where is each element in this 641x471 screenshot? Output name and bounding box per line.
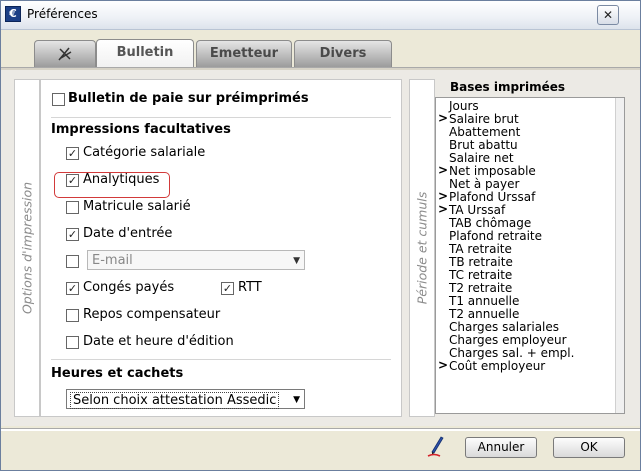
conges-checkbox[interactable] — [66, 282, 79, 295]
chevron-down-icon: ▼ — [293, 256, 300, 266]
tab-divers[interactable]: Divers — [294, 40, 392, 67]
repos-checkbox[interactable] — [66, 309, 79, 322]
preprinted-label: Bulletin de paie sur préimprimés — [68, 91, 309, 106]
list-item-label: Charges salariales — [449, 320, 560, 334]
cancel-button[interactable]: Annuler — [465, 437, 537, 458]
divider — [51, 359, 391, 360]
list-item-label: T2 retraite — [449, 281, 513, 295]
selected-marker-icon: > — [438, 202, 449, 216]
title-bar: € Préférences ✕ — [1, 1, 640, 30]
repos-label: Repos compensateur — [83, 307, 221, 322]
email-select-value: E-mail — [92, 253, 133, 268]
list-item-label: T1 annuelle — [449, 294, 520, 308]
selected-marker-icon: > — [438, 111, 449, 125]
list-item-label: Plafond retraite — [449, 229, 542, 243]
section-impressions: Impressions facultatives — [51, 122, 231, 137]
preprinted-checkbox[interactable] — [52, 93, 65, 106]
tab-bulletin[interactable]: Bulletin — [96, 39, 194, 68]
list-item-label: Salaire brut — [449, 112, 519, 126]
dialog-body: Bulletin Emetteur Divers Options d'impre… — [1, 30, 640, 470]
list-item-label: Salaire net — [449, 151, 514, 165]
list-item-label: TA retraite — [449, 242, 512, 256]
email-checkbox[interactable] — [66, 255, 79, 268]
bases-side-label: Période et cumuls — [409, 79, 435, 417]
options-vertical-label: Options d'impression — [19, 181, 35, 315]
categorie-checkbox[interactable] — [66, 147, 79, 160]
list-item-label: TA Urssaf — [449, 203, 506, 217]
email-select[interactable]: E-mail ▼ — [87, 250, 305, 270]
matricule-checkbox[interactable] — [66, 201, 79, 214]
options-panel: Bulletin de paie sur préimprimés Impress… — [40, 79, 402, 417]
scrollbar[interactable] — [615, 98, 624, 413]
preferences-window: € Préférences ✕ Bulletin Emetteur Divers… — [0, 0, 641, 471]
chevron-down-icon: ▼ — [293, 395, 300, 405]
rtt-label: RTT — [238, 280, 262, 295]
list-item[interactable]: > Coût employeur — [436, 358, 612, 373]
list-item-label: Net imposable — [449, 164, 536, 178]
heures-select-value: Selon choix attestation Assedic — [70, 392, 280, 409]
list-item-label: Plafond Urssaf — [449, 190, 536, 204]
list-item-label: TB retraite — [449, 255, 513, 269]
footer-separator — [1, 428, 640, 431]
date-entree-label: Date d'entrée — [83, 226, 173, 241]
list-item-label: Brut abattu — [449, 138, 518, 152]
date-edition-label: Date et heure d'édition — [83, 334, 234, 349]
list-item-label: Charges employeur — [449, 333, 567, 347]
matricule-label: Matricule salarié — [83, 199, 191, 214]
analytiques-checkbox[interactable] — [66, 174, 79, 187]
section-heures: Heures et cachets — [51, 366, 184, 381]
selected-marker-icon: > — [438, 358, 449, 372]
divider — [51, 117, 391, 118]
date-entree-checkbox[interactable] — [66, 228, 79, 241]
categorie-label: Catégorie salariale — [83, 145, 206, 160]
list-item-label: T2 annuelle — [449, 307, 520, 321]
date-edition-checkbox[interactable] — [66, 336, 79, 349]
tab-icon[interactable] — [34, 40, 96, 67]
conges-label: Congés payés — [83, 280, 175, 295]
list-item-label: Charges sal. + empl. — [449, 346, 575, 360]
bases-title: Bases imprimées — [450, 80, 566, 94]
window-title: Préférences — [27, 7, 98, 21]
pen-tool-icon — [58, 47, 72, 61]
close-button[interactable]: ✕ — [597, 5, 619, 25]
list-item-label: Jours — [449, 99, 479, 113]
tab-emetteur[interactable]: Emetteur — [196, 40, 292, 67]
bases-vertical-label: Période et cumuls — [414, 191, 430, 305]
heures-select[interactable]: Selon choix attestation Assedic ▼ — [66, 389, 305, 409]
list-item-label: Coût employeur — [449, 359, 546, 373]
options-side-label: Options d'impression — [14, 79, 40, 417]
selected-marker-icon: > — [438, 189, 449, 203]
bases-listbox[interactable]: Jours > Salaire brut Abattement Brut abattu S… — [435, 97, 625, 414]
edit-pen-icon[interactable] — [426, 433, 446, 457]
list-item-label: TAB chômage — [449, 216, 532, 230]
analytiques-label: Analytiques — [83, 172, 160, 187]
list-item-label: Net à payer — [449, 177, 520, 191]
ok-button[interactable]: OK — [553, 437, 625, 458]
app-icon: € — [5, 6, 21, 22]
list-item-label: Abattement — [449, 125, 521, 139]
rtt-checkbox[interactable] — [221, 282, 234, 295]
list-item-label: TC retraite — [449, 268, 513, 282]
selected-marker-icon: > — [438, 163, 449, 177]
